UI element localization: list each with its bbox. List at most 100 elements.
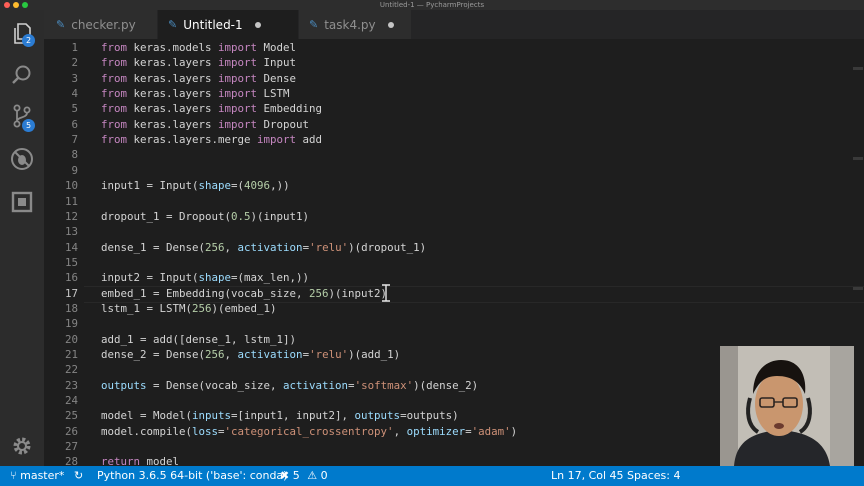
line-number: 10 bbox=[64, 179, 78, 193]
cursor-position[interactable]: Ln 17, Col 45 bbox=[551, 466, 624, 486]
line-number: 21 bbox=[64, 348, 78, 361]
line-number: 15 bbox=[64, 255, 78, 269]
code-text: input1 = Input(shape=(4096,)) bbox=[101, 179, 290, 193]
line-number: 14 bbox=[64, 240, 78, 254]
python-file-icon: ✎ bbox=[56, 18, 66, 31]
editor-tabs: ✎ checker.py ✎ Untitled-1 ✎ task4.py bbox=[44, 10, 864, 39]
indentation-setting[interactable]: Spaces: 4 bbox=[627, 466, 680, 486]
line-number: 1 bbox=[71, 41, 78, 54]
code-line[interactable]: 8 bbox=[44, 147, 864, 162]
code-line[interactable]: 20 add_1 = add([dense_1, lstm_1]) bbox=[44, 332, 864, 347]
code-text: dense_2 = Dense(256, activation='relu')(… bbox=[101, 348, 401, 361]
tab-label: task4.py bbox=[324, 17, 376, 32]
tab-untitled-1[interactable]: ✎ Untitled-1 bbox=[158, 10, 298, 39]
code-line[interactable]: 18 lstm_1 = LSTM(256)(embed_1) bbox=[44, 301, 864, 316]
debug-icon[interactable] bbox=[8, 145, 36, 173]
code-line[interactable]: 5 from keras.layers import Embedding bbox=[44, 101, 864, 116]
line-number: 8 bbox=[71, 148, 78, 162]
scrollbar-mark bbox=[853, 157, 863, 160]
code-line[interactable]: 2 from keras.layers import Input bbox=[44, 55, 864, 70]
code-text: dropout_1 = Dropout(0.5)(input1) bbox=[101, 209, 310, 223]
zoom-window-button[interactable] bbox=[22, 2, 28, 8]
text-cursor-icon bbox=[382, 284, 390, 302]
code-line[interactable]: 15 bbox=[44, 255, 864, 270]
webcam-overlay bbox=[720, 346, 854, 466]
tab-label: checker.py bbox=[71, 17, 136, 32]
line-number: 24 bbox=[64, 394, 78, 408]
code-text: from keras.layers import Input bbox=[101, 56, 297, 70]
code-text: lstm_1 = LSTM(256)(embed_1) bbox=[101, 301, 277, 315]
code-line[interactable]: 19 bbox=[44, 316, 864, 331]
warning-icon: ⚠ bbox=[307, 469, 318, 482]
python-file-icon: ✎ bbox=[309, 18, 319, 31]
search-icon[interactable] bbox=[8, 61, 36, 89]
line-number: 9 bbox=[71, 163, 78, 177]
code-text: return model bbox=[101, 455, 180, 466]
line-number: 11 bbox=[64, 194, 78, 208]
code-line[interactable]: 10 input1 = Input(shape=(4096,)) bbox=[44, 178, 864, 193]
line-number: 16 bbox=[64, 271, 78, 285]
activity-bar: 2 5 bbox=[0, 10, 44, 466]
code-text: from keras.layers import Embedding bbox=[101, 102, 323, 116]
scrollbar-mark bbox=[853, 287, 863, 290]
tab-checker[interactable]: ✎ checker.py bbox=[44, 10, 157, 39]
line-number: 28 bbox=[64, 455, 78, 466]
line-number: 27 bbox=[64, 440, 78, 454]
code-line[interactable]: 14 dense_1 = Dense(256, activation='relu'… bbox=[44, 240, 864, 255]
sync-icon[interactable]: ↻ bbox=[74, 466, 83, 486]
python-file-icon: ✎ bbox=[168, 18, 178, 31]
line-number: 18 bbox=[64, 301, 78, 315]
code-line[interactable]: 12 dropout_1 = Dropout(0.5)(input1) bbox=[44, 209, 864, 224]
close-window-button[interactable] bbox=[4, 2, 10, 8]
line-number: 19 bbox=[64, 317, 78, 331]
line-number: 13 bbox=[64, 225, 78, 239]
line-number: 23 bbox=[64, 378, 78, 392]
code-line[interactable]: 16 input2 = Input(shape=(max_len,)) bbox=[44, 270, 864, 285]
error-count: 5 bbox=[292, 469, 300, 482]
presenter-image bbox=[720, 346, 854, 466]
tab-task4[interactable]: ✎ task4.py bbox=[299, 10, 411, 39]
code-line[interactable]: 11 bbox=[44, 194, 864, 209]
line-number: 17 bbox=[64, 286, 78, 300]
code-text: from keras.models import Model bbox=[101, 41, 297, 54]
code-line[interactable]: 6 from keras.layers import Dropout bbox=[44, 117, 864, 132]
code-text: add_1 = add([dense_1, lstm_1]) bbox=[101, 332, 297, 346]
code-text: input2 = Input(shape=(max_len,)) bbox=[101, 271, 310, 285]
problems-indicator[interactable]: ✖ 5 ⚠ 0 bbox=[280, 466, 328, 486]
warning-count: 0 bbox=[320, 469, 328, 482]
code-line[interactable]: 1 from keras.models import Model bbox=[44, 40, 864, 55]
code-line[interactable]: 9 bbox=[44, 163, 864, 178]
code-text: model.compile(loss='categorical_crossent… bbox=[101, 424, 518, 438]
code-line[interactable]: 13 bbox=[44, 224, 864, 239]
code-text: from keras.layers import Dense bbox=[101, 71, 297, 85]
code-line[interactable]: 4 from keras.layers import LSTM bbox=[44, 86, 864, 101]
code-text: outputs = Dense(vocab_size, activation='… bbox=[101, 378, 479, 392]
git-branch-icon: ⑂ bbox=[10, 469, 17, 482]
tab-label: Untitled-1 bbox=[183, 17, 243, 32]
interpreter-selector[interactable]: Python 3.6.5 64-bit ('base': conda) bbox=[97, 466, 287, 486]
source-control-badge: 5 bbox=[22, 119, 35, 132]
code-line[interactable]: 7 from keras.layers.merge import add bbox=[44, 132, 864, 147]
explorer-badge: 2 bbox=[22, 34, 35, 47]
minimize-window-button[interactable] bbox=[13, 2, 19, 8]
branch-indicator[interactable]: ⑂ master* bbox=[10, 466, 64, 486]
scrollbar-mark bbox=[853, 67, 863, 70]
code-text: dense_1 = Dense(256, activation='relu')(… bbox=[101, 240, 427, 254]
line-number: 2 bbox=[71, 56, 78, 70]
line-number: 4 bbox=[71, 87, 78, 101]
line-number: 12 bbox=[64, 209, 78, 223]
settings-gear-icon[interactable] bbox=[8, 432, 36, 460]
line-number: 6 bbox=[71, 117, 78, 131]
code-text: from keras.layers import Dropout bbox=[101, 117, 310, 131]
error-icon: ✖ bbox=[280, 469, 290, 482]
code-text: embed_1 = Embedding(vocab_size, 256)(inp… bbox=[101, 286, 388, 300]
line-number: 3 bbox=[71, 71, 78, 85]
unsaved-dot-icon[interactable] bbox=[387, 21, 394, 28]
line-number: 25 bbox=[64, 409, 78, 423]
code-line[interactable]: 3 from keras.layers import Dense bbox=[44, 71, 864, 86]
unsaved-dot-icon[interactable] bbox=[254, 21, 261, 28]
branch-name: master* bbox=[20, 469, 65, 482]
extensions-icon[interactable] bbox=[8, 188, 36, 216]
code-line[interactable]: 17 embed_1 = Embedding(vocab_size, 256)(i… bbox=[44, 286, 864, 301]
code-text: from keras.layers.merge import add bbox=[101, 133, 323, 147]
